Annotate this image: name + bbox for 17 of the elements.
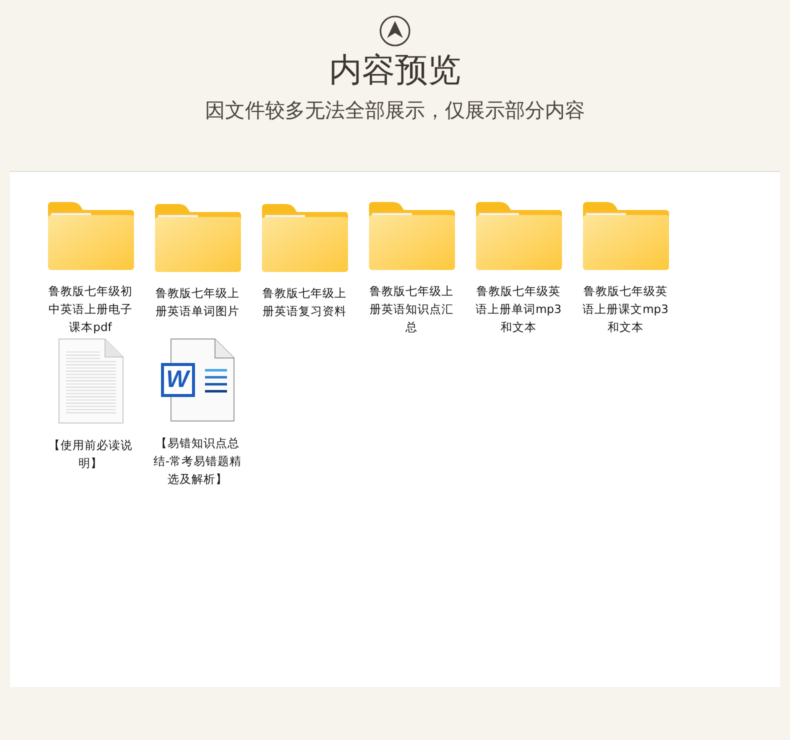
file-name: 【使用前必读说明】 (48, 437, 134, 472)
folder-icon (476, 202, 562, 270)
page-subtitle: 因文件较多无法全部展示，仅展示部分内容 (205, 97, 585, 123)
file-name: 鲁教版七年级英语上册课文mp3和文本 (582, 283, 670, 336)
folder-icon (262, 204, 348, 272)
folder-icon (582, 202, 668, 270)
page-title: 内容预览 (329, 49, 461, 91)
file-name: 鲁教版七年级上册英语单词图片 (154, 285, 240, 320)
folder-icon (368, 202, 454, 270)
folder-icon (48, 202, 134, 270)
text-document-icon (58, 338, 124, 424)
folder-icon (154, 204, 240, 272)
file-name: 鲁教版七年级上册英语知识点汇总 (368, 283, 454, 336)
file-name: 鲁教版七年级初中英语上册电子课本pdf (48, 283, 134, 336)
file-name: 【易错知识点总结-常考易错题精选及解析】 (152, 435, 243, 488)
file-name: 鲁教版七年级上册英语复习资料 (262, 285, 348, 320)
file-name: 鲁教版七年级英语上册单词mp3和文本 (474, 283, 562, 336)
